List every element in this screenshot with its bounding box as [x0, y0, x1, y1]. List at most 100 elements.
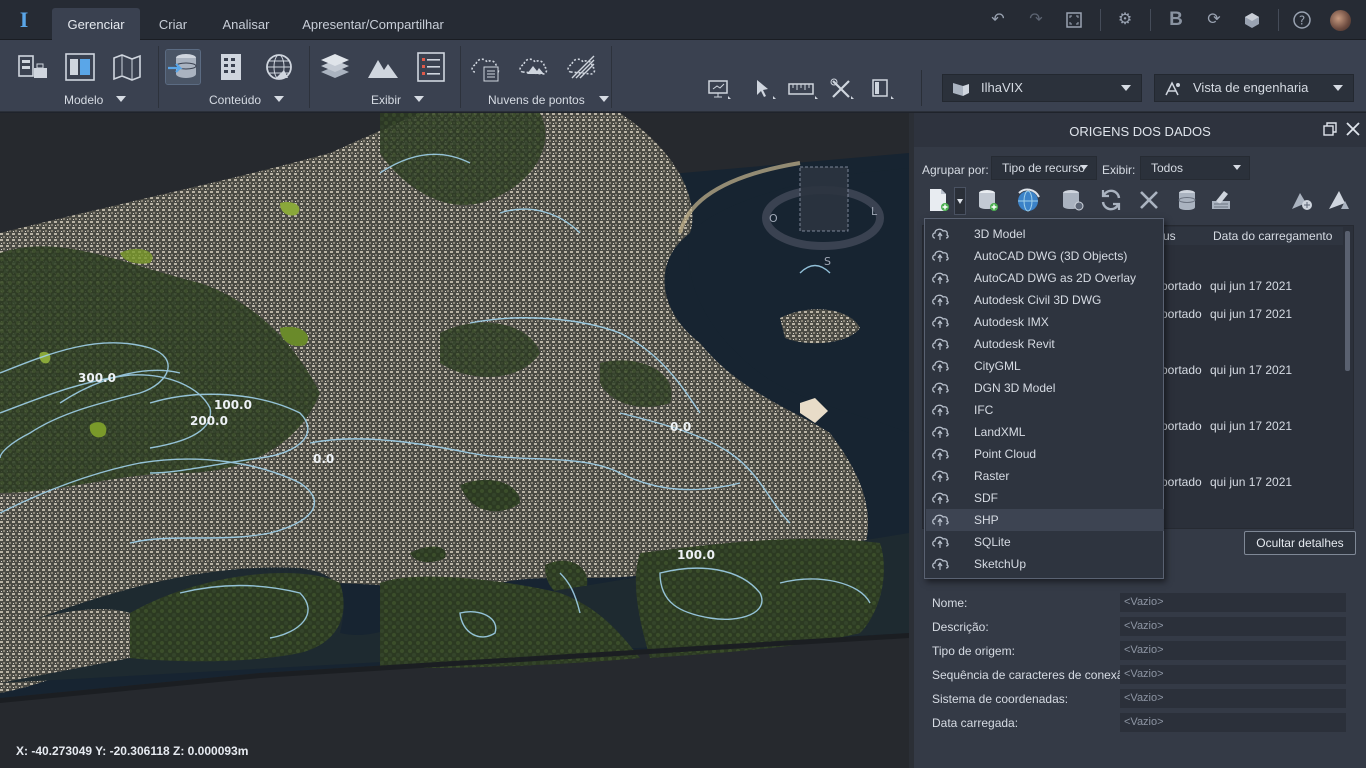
- cloud-source-icon: [931, 381, 949, 395]
- point-cloud-list-button[interactable]: [470, 50, 504, 84]
- panel-toggle-icon[interactable]: [870, 78, 894, 100]
- dropdown-item-autocad-dwg-as-2d-overlay[interactable]: AutoCAD DWG as 2D Overlay: [926, 267, 1164, 289]
- table-edit-icon[interactable]: [1208, 187, 1234, 213]
- property-label: Sistema de coordenadas:: [932, 692, 1069, 706]
- data-sources-button[interactable]: [165, 49, 201, 85]
- select-tool-icon[interactable]: [752, 78, 776, 100]
- ribbon-group-conteudo-chevron-down-icon[interactable]: [274, 96, 284, 102]
- undo-icon[interactable]: ↶: [988, 10, 1008, 30]
- point-cloud-lines-button[interactable]: [566, 50, 600, 84]
- dropdown-item-sdf[interactable]: SDF: [926, 487, 1164, 509]
- property-value-field[interactable]: <Vazio>: [1120, 713, 1346, 732]
- settings-icon[interactable]: ⚙: [1115, 10, 1135, 30]
- database-settings-icon[interactable]: [1060, 187, 1086, 213]
- add-source-dropdown-button[interactable]: [954, 187, 966, 215]
- terrain-button[interactable]: [366, 50, 400, 84]
- add-file-icon[interactable]: [926, 187, 952, 213]
- dropdown-item-point-cloud[interactable]: Point Cloud: [926, 443, 1164, 465]
- hide-details-button[interactable]: Ocultar detalhes: [1244, 531, 1356, 555]
- layers-button[interactable]: [318, 50, 352, 84]
- theme-icon[interactable]: [1326, 187, 1352, 213]
- column-header-load-date[interactable]: Data do carregamento: [1209, 227, 1343, 245]
- contour-label: 300.0: [78, 371, 116, 385]
- help-icon[interactable]: ?: [1292, 10, 1312, 30]
- restore-icon[interactable]: [1323, 122, 1337, 136]
- add-web-source-icon[interactable]: [1015, 187, 1041, 213]
- redo-icon[interactable]: ↷: [1026, 10, 1046, 30]
- dropdown-item-label: IFC: [974, 403, 994, 417]
- property-row-name: Nome: <Vazio>: [932, 593, 1348, 613]
- panel-title: ORIGENS DOS DADOS: [1069, 124, 1211, 139]
- dropdown-item-3d-model[interactable]: 3D Model: [926, 223, 1164, 245]
- engineering-view-icon: [1163, 80, 1183, 96]
- coordinates-readout: X: -40.273049 Y: -20.306118 Z: 0.000093m: [16, 744, 249, 758]
- dropdown-item-raster[interactable]: Raster: [926, 465, 1164, 487]
- compass-south-label: S: [824, 255, 831, 268]
- add-database-icon[interactable]: [975, 187, 1001, 213]
- cloud-source-icon: [931, 513, 949, 527]
- dropdown-item-autodesk-imx[interactable]: Autodesk IMX: [926, 311, 1164, 333]
- cloud-source-icon: [931, 535, 949, 549]
- dropdown-item-shp[interactable]: SHP: [926, 509, 1164, 531]
- dropdown-item-label: Raster: [974, 469, 1010, 483]
- dropdown-item-autodesk-revit[interactable]: Autodesk Revit: [926, 333, 1164, 355]
- property-row-load-date: Data carregada: <Vazio>: [932, 713, 1348, 733]
- database-icon[interactable]: [1174, 187, 1200, 213]
- chevron-down-icon: [1333, 85, 1343, 91]
- refresh-icon[interactable]: [1098, 187, 1124, 213]
- tab-gerenciar[interactable]: Gerenciar: [52, 8, 140, 40]
- dropdown-item-label: SDF: [974, 491, 998, 505]
- property-value-field[interactable]: <Vazio>: [1120, 617, 1346, 636]
- show-filter-select[interactable]: Todos: [1140, 156, 1250, 180]
- dropdown-item-autocad-dwg-3d-objects[interactable]: AutoCAD DWG (3D Objects): [926, 245, 1164, 267]
- property-value-field[interactable]: <Vazio>: [1120, 593, 1346, 612]
- globe-button[interactable]: [262, 50, 296, 84]
- ribbon-group-exibir-chevron-down-icon[interactable]: [414, 96, 424, 102]
- city-3d-map[interactable]: O S L 300.0 100.0 200.0 0.0 0.0 100.0: [0, 113, 909, 768]
- model-select[interactable]: IlhaVIX: [942, 74, 1142, 102]
- dropdown-item-sqlite[interactable]: SQLite: [926, 531, 1164, 553]
- style-icon[interactable]: [1289, 187, 1315, 213]
- measure-tool-icon[interactable]: [788, 78, 818, 100]
- close-icon[interactable]: [1346, 121, 1360, 137]
- cloud-source-icon: [931, 227, 949, 241]
- group-by-select[interactable]: Tipo de recurso: [991, 156, 1097, 180]
- ribbon-group-exibir[interactable]: Exibir: [371, 93, 401, 107]
- dropdown-item-autodesk-civil-3d-dwg[interactable]: Autodesk Civil 3D DWG: [926, 289, 1164, 311]
- building-button[interactable]: [214, 50, 248, 84]
- cloud-model-icon[interactable]: [1242, 10, 1262, 30]
- dropdown-item-sketchup[interactable]: SketchUp: [926, 553, 1164, 575]
- view-mode-select[interactable]: Vista de engenharia: [1154, 74, 1354, 102]
- table-scrollbar[interactable]: [1345, 231, 1350, 371]
- tab-criar[interactable]: Criar: [148, 8, 198, 40]
- dropdown-item-ifc[interactable]: IFC: [926, 399, 1164, 421]
- ribbon-group-conteudo[interactable]: Conteúdo: [209, 93, 261, 107]
- ribbon-group-modelo[interactable]: Modelo: [64, 93, 103, 107]
- dropdown-item-dgn-3d-model[interactable]: DGN 3D Model: [926, 377, 1164, 399]
- ribbon-group-nuvens-de-pontos[interactable]: Nuvens de pontos: [488, 93, 585, 107]
- property-value-field[interactable]: <Vazio>: [1120, 665, 1346, 684]
- point-cloud-terrain-button[interactable]: [518, 50, 552, 84]
- property-value-field[interactable]: <Vazio>: [1120, 689, 1346, 708]
- tab-apresentar-compartilhar[interactable]: Apresentar/Compartilhar: [296, 8, 450, 40]
- svg-text:?: ?: [1299, 14, 1305, 28]
- tab-analisar[interactable]: Analisar: [214, 8, 278, 40]
- bim-icon[interactable]: B: [1166, 10, 1186, 30]
- presentation-tool-icon[interactable]: [707, 78, 731, 100]
- model-explorer-button[interactable]: [16, 50, 50, 84]
- ribbon-group-modelo-chevron-down-icon[interactable]: [116, 96, 126, 102]
- 3d-viewport[interactable]: O S L 300.0 100.0 200.0 0.0 0.0 100.0: [0, 113, 909, 768]
- model-map-button[interactable]: [110, 50, 144, 84]
- dropdown-item-label: LandXML: [974, 425, 1026, 439]
- dropdown-item-landxml[interactable]: LandXML: [926, 421, 1164, 443]
- remove-icon[interactable]: [1136, 187, 1162, 213]
- model-properties-button[interactable]: [63, 50, 97, 84]
- dropdown-item-citygml[interactable]: CityGML: [926, 355, 1164, 377]
- avatar[interactable]: [1330, 10, 1351, 31]
- tools-icon[interactable]: [830, 78, 854, 100]
- fit-screen-icon[interactable]: [1064, 10, 1084, 30]
- property-value-field[interactable]: <Vazio>: [1120, 641, 1346, 660]
- ribbon-group-nuvens-chevron-down-icon[interactable]: [599, 96, 609, 102]
- list-view-button[interactable]: [414, 50, 448, 84]
- sync-icon[interactable]: ⟳: [1204, 10, 1224, 30]
